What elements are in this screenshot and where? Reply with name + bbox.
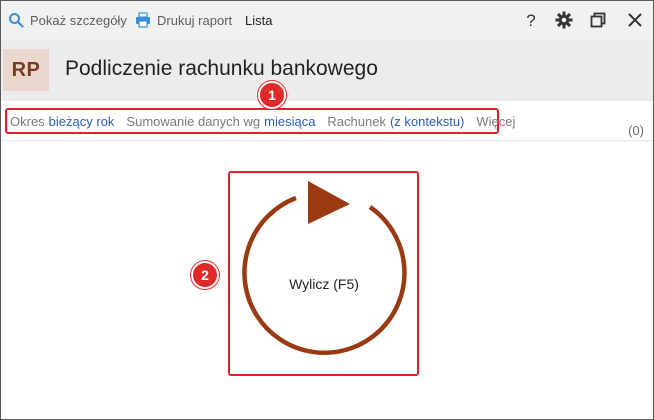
calculate-button[interactable]: Wylicz (F5) <box>232 276 416 292</box>
account-label: Rachunek <box>327 114 386 129</box>
list-label: Lista <box>245 12 273 28</box>
gear-icon <box>555 11 573 29</box>
svg-text:?: ? <box>526 11 535 29</box>
print-report-label: Drukuj raport <box>157 12 233 28</box>
print-report-button[interactable]: Drukuj raport <box>135 10 232 30</box>
sum-value-link[interactable]: miesiąca <box>264 114 315 129</box>
record-count: (0) <box>628 123 644 138</box>
settings-button[interactable] <box>553 9 575 31</box>
period-label: Okres <box>10 114 45 129</box>
printer-icon <box>135 12 151 28</box>
period-value-link[interactable]: bieżący rok <box>49 114 115 129</box>
close-button[interactable] <box>624 9 646 31</box>
refresh-icon[interactable] <box>232 176 416 372</box>
search-icon <box>8 12 24 28</box>
restore-icon <box>590 12 606 28</box>
filter-row: Okres bieżący rok Sumowanie danych wg mi… <box>10 114 515 129</box>
show-details-button[interactable]: Pokaż szczegóły <box>8 10 127 30</box>
show-details-label: Pokaż szczegóły <box>30 12 127 28</box>
list-button[interactable]: Lista <box>245 10 272 30</box>
more-filters-link[interactable]: Więcej <box>476 114 515 129</box>
sum-label: Sumowanie danych wg <box>126 114 261 129</box>
callout-marker-2: 2 <box>191 261 219 289</box>
help-button[interactable]: ? <box>520 9 542 31</box>
page-title: Podliczenie rachunku bankowego <box>65 57 378 80</box>
module-badge: RP <box>3 49 49 91</box>
restore-button[interactable] <box>587 9 609 31</box>
filter-bar: Okres bieżący rok Sumowanie danych wg mi… <box>1 101 653 141</box>
help-icon: ? <box>526 11 535 29</box>
close-icon <box>628 13 642 27</box>
page-header: RP Podliczenie rachunku bankowego <box>1 39 653 101</box>
callout-marker-1: 1 <box>258 81 286 109</box>
toolbar: Pokaż szczegóły Drukuj raport Lista ? <box>1 1 653 39</box>
account-value-link[interactable]: (z kontekstu) <box>390 114 464 129</box>
